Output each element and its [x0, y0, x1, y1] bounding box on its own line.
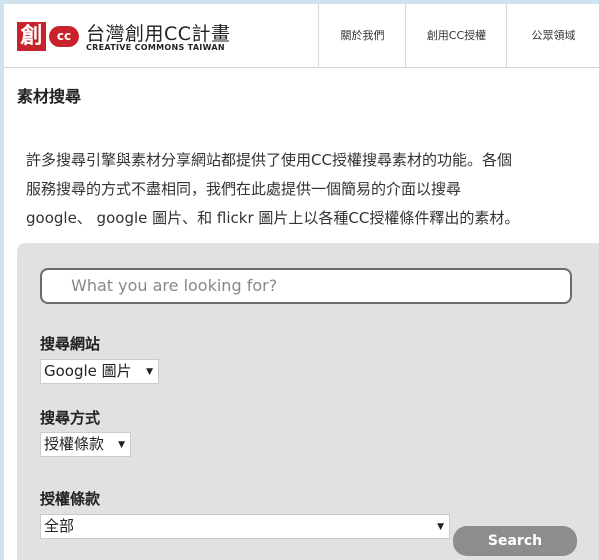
site-subtitle: CREATIVE COMMONS TAIWAN	[86, 43, 225, 52]
method-label: 搜尋方式	[40, 409, 101, 427]
nav-item-about[interactable]: 關於我們	[318, 4, 406, 67]
header: 創 cc 台灣創用CC計畫 CREATIVE COMMONS TAIWAN 關於…	[4, 4, 599, 68]
intro-text: 許多搜尋引擎與素材分享網站都提供了使用CC授權搜尋素材的功能。各個 服務搜尋的方…	[26, 146, 586, 233]
intro-line: google、 google 圖片、和 flickr 圖片上以各種CC授權條件釋…	[26, 209, 520, 227]
page: 創 cc 台灣創用CC計畫 CREATIVE COMMONS TAIWAN 關於…	[4, 4, 599, 560]
license-select-value: 全部	[44, 517, 75, 535]
license-label: 授權條款	[40, 490, 101, 508]
chevron-down-icon: ▼	[437, 522, 444, 532]
intro-line: 許多搜尋引擎與素材分享網站都提供了使用CC授權搜尋素材的功能。各個	[26, 151, 512, 169]
chevron-down-icon: ▼	[118, 440, 125, 450]
cc-logo-icon: cc	[49, 26, 79, 47]
search-input[interactable]: What you are looking for?	[40, 268, 572, 304]
logo-char-icon: 創	[17, 22, 46, 51]
site-title[interactable]: 台灣創用CC計畫	[86, 19, 231, 46]
method-select[interactable]: 授權條款 ▼	[40, 432, 131, 457]
nav-item-public-domain[interactable]: 公眾領域	[506, 4, 599, 67]
intro-line: 服務搜尋的方式不盡相同，我們在此處提供一個簡易的介面以搜尋	[26, 180, 462, 198]
method-select-value: 授權條款	[44, 435, 105, 453]
logo[interactable]: 創 cc	[17, 22, 79, 51]
site-select-value: Google 圖片	[44, 362, 132, 380]
license-select[interactable]: 全部 ▼	[40, 514, 450, 539]
site-label: 搜尋網站	[40, 335, 101, 353]
search-button[interactable]: Search	[453, 526, 577, 556]
chevron-down-icon: ▼	[146, 367, 153, 377]
site-select[interactable]: Google 圖片 ▼	[40, 359, 159, 384]
nav-item-licenses[interactable]: 創用CC授權	[405, 4, 507, 67]
page-title: 素材搜尋	[17, 87, 82, 106]
